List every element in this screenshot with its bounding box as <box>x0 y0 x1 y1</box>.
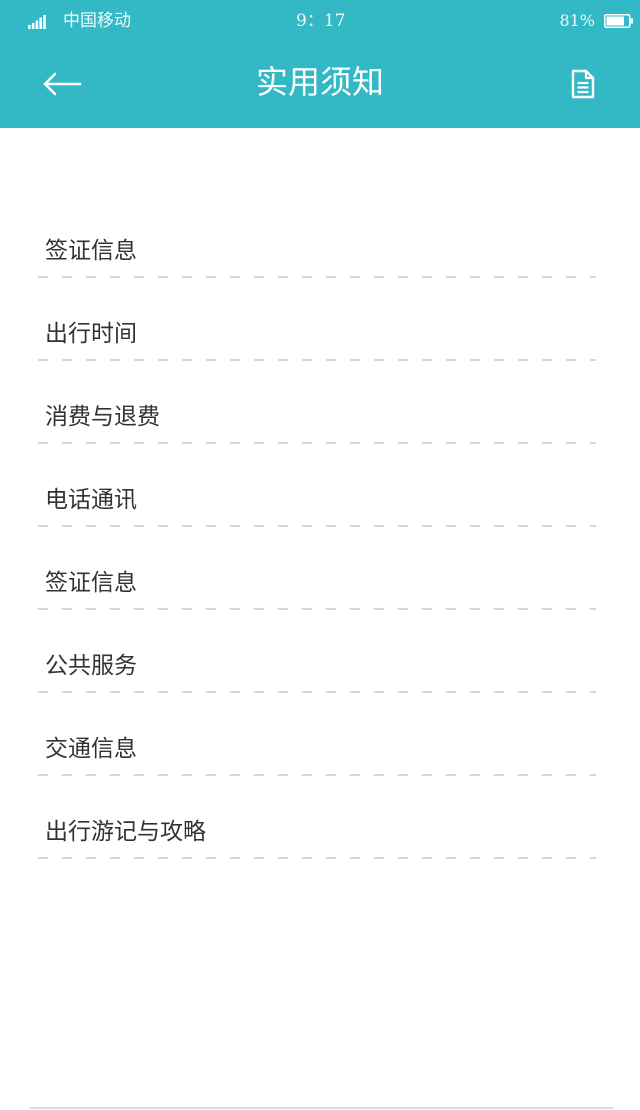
list-item-label: 公共服务 <box>45 653 137 679</box>
list-item-spending-refund[interactable]: 消费与退费 <box>38 361 596 444</box>
list-item-travel-time[interactable]: 出行时间 <box>38 278 596 361</box>
list-item-label: 出行时间 <box>45 321 137 347</box>
list-item-travel-guides[interactable]: 出行游记与攻略 <box>38 776 596 859</box>
list-item-label: 交通信息 <box>45 736 137 762</box>
carrier-name: 中国移动 <box>63 11 131 31</box>
status-bar: 中国移动 9：17 81% <box>0 0 640 42</box>
list-item-label: 签证信息 <box>45 570 137 596</box>
page-title: 实用须知 <box>255 63 384 101</box>
document-button[interactable] <box>568 68 598 100</box>
list-item-label: 消费与退费 <box>45 404 160 430</box>
list-item-label: 出行游记与攻略 <box>45 819 206 845</box>
app-header: 中国移动 9：17 81% 实用须知 <box>0 0 640 128</box>
status-time: 9：17 <box>296 11 346 31</box>
battery-icon <box>604 14 633 28</box>
list-item-telecom[interactable]: 电话通讯 <box>38 444 596 527</box>
list-item-label: 签证信息 <box>45 238 137 264</box>
document-icon <box>571 69 595 99</box>
battery-percent: 81% <box>559 11 595 30</box>
list-item-visa-info[interactable]: 签证信息 <box>38 195 596 278</box>
list-item-label: 电话通讯 <box>45 487 137 513</box>
list-item-visa-info-2[interactable]: 签证信息 <box>38 527 596 610</box>
dashed-divider <box>38 857 596 859</box>
list-item-public-services[interactable]: 公共服务 <box>38 610 596 693</box>
bottom-divider <box>30 1107 614 1109</box>
list-item-transport-info[interactable]: 交通信息 <box>38 693 596 776</box>
signal-icon <box>28 15 46 29</box>
